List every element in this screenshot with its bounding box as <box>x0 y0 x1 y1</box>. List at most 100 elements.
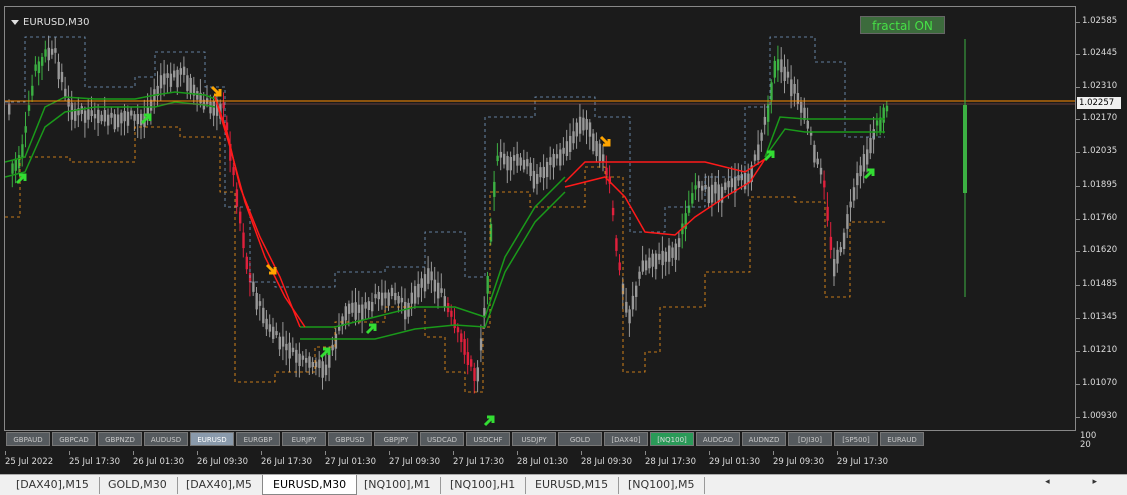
symbol-button-dji30[interactable]: [DJI30] <box>788 432 832 446</box>
symbol-button-eurusd[interactable]: EURUSD <box>190 432 234 446</box>
symbol-button-gbpjpy[interactable]: GBPJPY <box>374 432 418 446</box>
candle-body <box>265 318 268 330</box>
candle-body <box>281 336 285 347</box>
chart-title[interactable]: EURUSD,M30 <box>11 17 89 28</box>
symbol-button-audnzd[interactable]: AUDNZD <box>742 432 786 446</box>
chart-tab[interactable]: [NQ100],H1 <box>440 477 527 494</box>
candle-body <box>44 49 47 57</box>
symbol-button-usdjpy[interactable]: USDJPY <box>512 432 556 446</box>
price-label: 1.01345 <box>1082 312 1118 322</box>
candle-body <box>110 112 113 118</box>
candle-body <box>677 238 681 248</box>
candle-body <box>83 110 87 123</box>
price-tick <box>1076 219 1080 220</box>
symbol-button-gbpnzd[interactable]: GBPNZD <box>98 432 142 446</box>
time-label: 28 Jul 01:30 <box>517 457 568 467</box>
volume-scale: 100 20 <box>1080 432 1096 450</box>
symbol-button-gbpcad[interactable]: GBPCAD <box>52 432 96 446</box>
candle-body <box>512 155 516 161</box>
time-label: 28 Jul 09:30 <box>581 457 632 467</box>
price-label: 1.01070 <box>1082 378 1118 388</box>
symbol-button-usdcad[interactable]: USDCAD <box>420 432 464 446</box>
price-tick <box>1076 285 1080 286</box>
candle-body <box>423 274 427 292</box>
candle-body <box>136 113 140 125</box>
candle-body <box>763 116 767 125</box>
candle-body <box>595 141 598 157</box>
candle-body <box>116 114 120 128</box>
candle-body <box>285 343 288 351</box>
symbol-button-usdchf[interactable]: USDCHF <box>466 432 510 446</box>
candle-body <box>757 144 760 160</box>
candle-body <box>232 167 235 176</box>
symbol-button-audcad[interactable]: AUDCAD <box>696 432 740 446</box>
upper-envelope <box>5 36 885 288</box>
candle-body <box>235 189 239 207</box>
symbol-button-gold[interactable]: GOLD <box>558 432 602 446</box>
candle-body <box>400 297 404 303</box>
symbol-button-gbpusd[interactable]: GBPUSD <box>328 432 372 446</box>
price-tick <box>1076 318 1080 319</box>
candle-body <box>816 158 819 165</box>
candle-body <box>437 282 440 299</box>
candle-body <box>351 302 354 313</box>
time-tick <box>645 451 646 455</box>
candle-body <box>47 47 50 61</box>
candle-body <box>611 207 615 216</box>
candle-body <box>245 256 248 270</box>
chart-tab[interactable]: EURUSD,M30 <box>262 475 358 495</box>
candle-body <box>694 185 697 190</box>
candle-body <box>641 260 644 272</box>
candle-body <box>222 102 225 109</box>
chart-tab[interactable]: EURUSD,M15 <box>525 477 620 494</box>
chart-menu-triangle-icon[interactable] <box>11 20 19 25</box>
candle-body <box>592 133 595 152</box>
symbol-button-gbpaud[interactable]: GBPAUD <box>6 432 50 446</box>
candle-body <box>493 181 496 197</box>
candle-body <box>499 151 503 158</box>
symbol-button-nq100[interactable]: [NQ100] <box>650 432 694 446</box>
candle-body <box>374 294 377 299</box>
symbol-button-euraud[interactable]: EURAUD <box>880 432 924 446</box>
candle-body <box>727 180 730 188</box>
time-axis[interactable]: 25 Jul 2022 25 Jul 17:30 26 Jul 01:30 26 Ju… <box>4 451 1076 471</box>
symbol-button-eurgbp[interactable]: EURGBP <box>236 432 280 446</box>
candle-body <box>176 69 179 88</box>
current-price-label: 1.02257 <box>1077 97 1121 109</box>
candle-body <box>572 131 575 144</box>
candle-body <box>575 122 578 137</box>
candle-body <box>50 48 54 55</box>
candle-body <box>272 326 275 339</box>
symbol-button-dax40[interactable]: [DAX40] <box>604 432 648 446</box>
candle-body <box>64 88 67 97</box>
price-label: 1.01895 <box>1082 180 1118 190</box>
green-channel-lower <box>300 191 566 340</box>
candle-body <box>724 182 727 190</box>
candle-body <box>54 48 57 53</box>
candle-body <box>420 278 423 288</box>
candle-body <box>100 114 103 122</box>
candle-body <box>443 296 446 307</box>
chart-tab[interactable]: [NQ100],M5 <box>618 477 706 494</box>
price-scale[interactable]: 1.02585 1.02445 1.02310 1.02170 1.02035 1.018… <box>1076 6 1127 431</box>
candle-body <box>347 303 351 314</box>
fractal-toggle-button[interactable]: fractal ON <box>860 16 945 34</box>
sell-arrow-icon <box>599 135 611 147</box>
sell-arrow-icon-path <box>210 85 222 97</box>
time-tick <box>453 451 454 455</box>
symbol-button-audusd[interactable]: AUDUSD <box>144 432 188 446</box>
tab-scroll-arrows[interactable]: ◂ ▸ <box>1045 477 1117 487</box>
symbol-button-eurjpy[interactable]: EURJPY <box>282 432 326 446</box>
candle-body <box>367 301 371 311</box>
candle-body <box>410 292 413 304</box>
chart-tab[interactable]: [DAX40],M15 <box>6 477 100 494</box>
chart-tab[interactable]: [DAX40],M5 <box>176 477 263 494</box>
symbol-button-sp500[interactable]: [SP500] <box>834 432 878 446</box>
chart-tab[interactable]: GOLD,M30 <box>98 477 178 494</box>
chart-tab[interactable]: [NQ100],M1 <box>354 477 442 494</box>
candle-body <box>710 184 714 203</box>
candle-body <box>506 156 509 171</box>
candle-body <box>268 324 272 332</box>
chart-canvas[interactable]: EURUSD,M30 fractal ON <box>4 6 1076 431</box>
time-tick <box>517 451 518 455</box>
